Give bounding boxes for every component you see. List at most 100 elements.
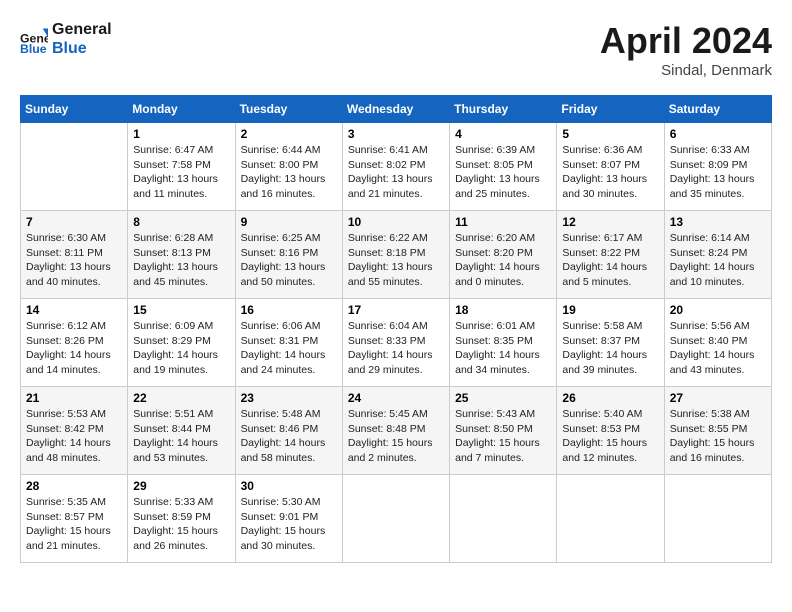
day-info: Sunrise: 5:48 AM Sunset: 8:46 PM Dayligh… (241, 407, 337, 466)
day-number: 10 (348, 215, 444, 229)
day-info: Sunrise: 6:33 AM Sunset: 8:09 PM Dayligh… (670, 143, 766, 202)
day-info: Sunrise: 6:25 AM Sunset: 8:16 PM Dayligh… (241, 231, 337, 290)
calendar-cell (664, 475, 771, 563)
calendar-cell (21, 123, 128, 211)
calendar-cell: 14 Sunrise: 6:12 AM Sunset: 8:26 PM Dayli… (21, 299, 128, 387)
day-number: 25 (455, 391, 551, 405)
day-number: 28 (26, 479, 122, 493)
day-info: Sunrise: 5:43 AM Sunset: 8:50 PM Dayligh… (455, 407, 551, 466)
location-subtitle: Sindal, Denmark (600, 62, 772, 79)
calendar-cell: 12Sunrise: 6:17 AM Sunset: 8:22 PM Dayli… (557, 211, 664, 299)
calendar-week-row: 7 Sunrise: 6:30 AM Sunset: 8:11 PM Daylig… (21, 211, 772, 299)
calendar-cell: 16 Sunrise: 6:06 AM Sunset: 8:31 PM Dayli… (235, 299, 342, 387)
day-number: 1 (133, 127, 229, 141)
day-info: Sunrise: 5:51 AM Sunset: 8:44 PM Dayligh… (133, 407, 229, 466)
calendar-cell: 8Sunrise: 6:28 AM Sunset: 8:13 PM Daylig… (128, 211, 235, 299)
calendar-cell: 11 Sunrise: 6:20 AM Sunset: 8:20 PM Dayli… (450, 211, 557, 299)
day-info: Sunrise: 6:01 AM Sunset: 8:35 PM Dayligh… (455, 319, 551, 378)
day-info: Sunrise: 5:33 AM Sunset: 8:59 PM Dayligh… (133, 495, 229, 554)
calendar-cell: 5 Sunrise: 6:36 AM Sunset: 8:07 PM Daylig… (557, 123, 664, 211)
day-number: 11 (455, 215, 551, 229)
calendar-cell: 17 Sunrise: 6:04 AM Sunset: 8:33 PM Dayli… (342, 299, 449, 387)
calendar-header-row: SundayMondayTuesdayWednesdayThursdayFrid… (21, 96, 772, 123)
day-info: Sunrise: 5:58 AM Sunset: 8:37 PM Dayligh… (562, 319, 658, 378)
calendar-cell: 2 Sunrise: 6:44 AM Sunset: 8:00 PM Daylig… (235, 123, 342, 211)
day-info: Sunrise: 6:22 AM Sunset: 8:18 PM Dayligh… (348, 231, 444, 290)
day-number: 6 (670, 127, 766, 141)
calendar-cell: 7 Sunrise: 6:30 AM Sunset: 8:11 PM Daylig… (21, 211, 128, 299)
day-info: Sunrise: 6:47 AM Sunset: 7:58 PM Dayligh… (133, 143, 229, 202)
day-info: Sunrise: 6:20 AM Sunset: 8:20 PM Dayligh… (455, 231, 551, 290)
day-number: 9 (241, 215, 337, 229)
day-number: 13 (670, 215, 766, 229)
day-info: Sunrise: 6:36 AM Sunset: 8:07 PM Dayligh… (562, 143, 658, 202)
day-number: 4 (455, 127, 551, 141)
calendar-week-row: 21 Sunrise: 5:53 AM Sunset: 8:42 PM Dayli… (21, 387, 772, 475)
title-block: April 2024 Sindal, Denmark (600, 20, 772, 79)
day-info: Sunrise: 5:45 AM Sunset: 8:48 PM Dayligh… (348, 407, 444, 466)
calendar-cell (557, 475, 664, 563)
calendar-cell: 18 Sunrise: 6:01 AM Sunset: 8:35 PM Dayli… (450, 299, 557, 387)
day-info: Sunrise: 5:53 AM Sunset: 8:42 PM Dayligh… (26, 407, 122, 466)
day-number: 2 (241, 127, 337, 141)
day-number: 24 (348, 391, 444, 405)
calendar-cell: 26Sunrise: 5:40 AM Sunset: 8:53 PM Dayli… (557, 387, 664, 475)
calendar-cell: 20 Sunrise: 5:56 AM Sunset: 8:40 PM Dayli… (664, 299, 771, 387)
day-number: 14 (26, 303, 122, 317)
day-number: 19 (562, 303, 658, 317)
day-number: 21 (26, 391, 122, 405)
calendar-cell: 1 Sunrise: 6:47 AM Sunset: 7:58 PM Daylig… (128, 123, 235, 211)
day-info: Sunrise: 6:14 AM Sunset: 8:24 PM Dayligh… (670, 231, 766, 290)
day-info: Sunrise: 6:39 AM Sunset: 8:05 PM Dayligh… (455, 143, 551, 202)
day-number: 27 (670, 391, 766, 405)
weekday-header: Saturday (664, 96, 771, 123)
day-number: 23 (241, 391, 337, 405)
calendar-cell: 28 Sunrise: 5:35 AM Sunset: 8:57 PM Dayli… (21, 475, 128, 563)
calendar-cell (342, 475, 449, 563)
calendar-cell: 9 Sunrise: 6:25 AM Sunset: 8:16 PM Daylig… (235, 211, 342, 299)
calendar-cell: 6 Sunrise: 6:33 AM Sunset: 8:09 PM Daylig… (664, 123, 771, 211)
day-number: 30 (241, 479, 337, 493)
calendar-week-row: 14 Sunrise: 6:12 AM Sunset: 8:26 PM Dayli… (21, 299, 772, 387)
weekday-header: Sunday (21, 96, 128, 123)
day-number: 22 (133, 391, 229, 405)
calendar-cell: 15 Sunrise: 6:09 AM Sunset: 8:29 PM Dayli… (128, 299, 235, 387)
calendar-cell: 27 Sunrise: 5:38 AM Sunset: 8:55 PM Dayli… (664, 387, 771, 475)
day-info: Sunrise: 6:44 AM Sunset: 8:00 PM Dayligh… (241, 143, 337, 202)
day-number: 17 (348, 303, 444, 317)
page-header: General Blue General Blue April 2024 Sin… (20, 20, 772, 79)
day-info: Sunrise: 6:04 AM Sunset: 8:33 PM Dayligh… (348, 319, 444, 378)
logo-blue: Blue (52, 39, 112, 58)
day-number: 5 (562, 127, 658, 141)
day-number: 8 (133, 215, 229, 229)
logo: General Blue General Blue (20, 20, 112, 58)
calendar-cell: 21 Sunrise: 5:53 AM Sunset: 8:42 PM Dayli… (21, 387, 128, 475)
calendar-body: 1 Sunrise: 6:47 AM Sunset: 7:58 PM Daylig… (21, 123, 772, 563)
calendar-cell: 23 Sunrise: 5:48 AM Sunset: 8:46 PM Dayli… (235, 387, 342, 475)
calendar-cell: 22 Sunrise: 5:51 AM Sunset: 8:44 PM Dayli… (128, 387, 235, 475)
calendar-cell: 30Sunrise: 5:30 AM Sunset: 9:01 PM Dayli… (235, 475, 342, 563)
calendar-cell: 4 Sunrise: 6:39 AM Sunset: 8:05 PM Daylig… (450, 123, 557, 211)
weekday-header: Wednesday (342, 96, 449, 123)
day-number: 7 (26, 215, 122, 229)
svg-text:Blue: Blue (20, 42, 47, 53)
day-info: Sunrise: 6:12 AM Sunset: 8:26 PM Dayligh… (26, 319, 122, 378)
day-info: Sunrise: 5:56 AM Sunset: 8:40 PM Dayligh… (670, 319, 766, 378)
day-number: 20 (670, 303, 766, 317)
day-info: Sunrise: 6:09 AM Sunset: 8:29 PM Dayligh… (133, 319, 229, 378)
calendar-cell (450, 475, 557, 563)
calendar-cell: 25 Sunrise: 5:43 AM Sunset: 8:50 PM Dayli… (450, 387, 557, 475)
day-info: Sunrise: 5:38 AM Sunset: 8:55 PM Dayligh… (670, 407, 766, 466)
day-info: Sunrise: 5:35 AM Sunset: 8:57 PM Dayligh… (26, 495, 122, 554)
day-info: Sunrise: 6:30 AM Sunset: 8:11 PM Dayligh… (26, 231, 122, 290)
day-number: 18 (455, 303, 551, 317)
calendar-cell: 19 Sunrise: 5:58 AM Sunset: 8:37 PM Dayli… (557, 299, 664, 387)
weekday-header: Monday (128, 96, 235, 123)
weekday-header: Thursday (450, 96, 557, 123)
day-number: 15 (133, 303, 229, 317)
day-info: Sunrise: 6:06 AM Sunset: 8:31 PM Dayligh… (241, 319, 337, 378)
day-number: 16 (241, 303, 337, 317)
logo-general: General (52, 20, 112, 39)
calendar-cell: 13 Sunrise: 6:14 AM Sunset: 8:24 PM Dayli… (664, 211, 771, 299)
calendar-cell: 3Sunrise: 6:41 AM Sunset: 8:02 PM Daylig… (342, 123, 449, 211)
